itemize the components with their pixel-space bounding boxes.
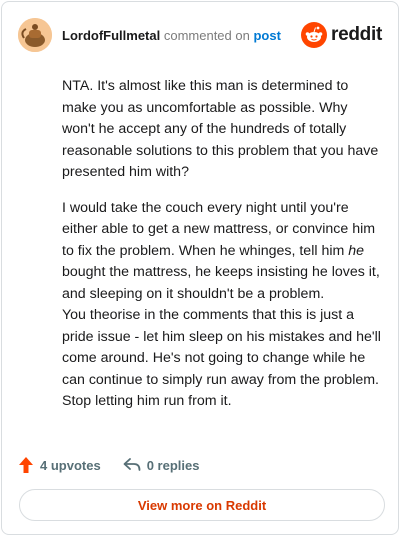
view-more-on-reddit-button[interactable]: View more on Reddit (19, 489, 385, 521)
comment-paragraph-2: I would take the couch every night until… (62, 198, 384, 306)
comment-header: LordofFullmetal commented on post reddit (18, 18, 382, 52)
reply-button[interactable]: 0 replies (123, 457, 200, 473)
upvote-arrow-icon (19, 457, 33, 473)
avatar-icon (18, 18, 52, 52)
comment-meta: LordofFullmetal commented on post (62, 28, 281, 43)
upvote-button[interactable]: 4 upvotes (18, 456, 101, 474)
user-avatar[interactable] (18, 18, 52, 52)
reddit-logo[interactable]: reddit (301, 22, 382, 48)
reply-arrow-icon (123, 458, 141, 471)
reply-count: 0 replies (146, 457, 200, 473)
post-link[interactable]: post (253, 28, 280, 43)
username-link[interactable]: LordofFullmetal (62, 28, 160, 43)
paragraph-2-text-b: bought the mattress, he keeps insisting … (62, 264, 380, 302)
comment-body: NTA. It's almost like this man is determ… (62, 76, 384, 413)
paragraph-2-text-a: I would take the couch every night until… (62, 199, 376, 259)
upvote-count: 4 upvotes (40, 457, 101, 473)
comment-paragraph-3: You theorise in the comments that this i… (62, 307, 381, 409)
commented-on-label: commented on (163, 27, 250, 43)
comment-actions: 4 upvotes 0 replies (18, 454, 199, 476)
comment-paragraph-1: NTA. It's almost like this man is determ… (62, 78, 379, 180)
comment-card: LordofFullmetal commented on post reddit… (1, 1, 399, 535)
reddit-snoo-icon (301, 22, 328, 48)
reddit-wordmark: reddit (331, 24, 382, 45)
paragraph-2-emphasis: he (348, 242, 365, 259)
